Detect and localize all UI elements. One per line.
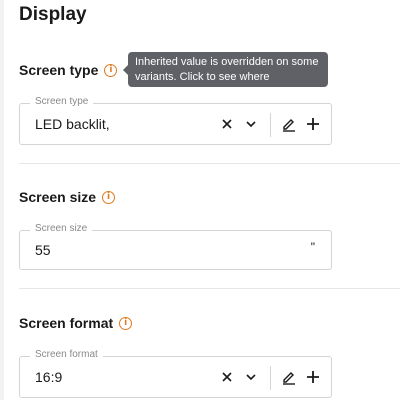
screen-size-label-row: Screen size i — [19, 189, 116, 205]
screen-size-unit: " — [310, 240, 315, 254]
clear-icon[interactable] — [216, 365, 238, 389]
info-icon[interactable]: i — [119, 316, 133, 330]
input-divider — [270, 366, 271, 390]
plus-icon[interactable] — [302, 112, 324, 136]
plus-icon[interactable] — [302, 365, 324, 389]
screen-format-label: Screen format — [19, 315, 114, 331]
screen-size-label: Screen size — [19, 189, 97, 205]
chevron-down-icon[interactable] — [240, 365, 262, 389]
screen-format-value: 16:9 — [35, 369, 63, 385]
screen-size-input[interactable]: Screen size 55 " — [19, 223, 332, 270]
pencil-icon[interactable] — [278, 112, 300, 136]
input-divider — [270, 113, 271, 137]
screen-format-legend: Screen format — [30, 349, 103, 360]
screen-format-label-row: Screen format i — [19, 315, 133, 331]
info-icon[interactable]: i — [104, 63, 118, 77]
screen-type-select[interactable]: Screen type LED backlit, — [19, 96, 332, 145]
tooltip-arrow — [123, 65, 128, 75]
screen-size-legend: Screen size — [30, 223, 93, 234]
clear-icon[interactable] — [216, 112, 238, 136]
pencil-icon[interactable] — [278, 365, 300, 389]
left-panel-edge — [0, 0, 4, 400]
section-divider — [19, 288, 400, 289]
override-tooltip[interactable]: Inherited value is overridden on some va… — [123, 52, 328, 87]
info-icon[interactable]: i — [102, 190, 116, 204]
chevron-down-icon[interactable] — [240, 112, 262, 136]
section-divider — [19, 163, 400, 164]
tooltip-text: Inherited value is overridden on some va… — [135, 56, 319, 83]
screen-size-value: 55 — [35, 242, 51, 258]
screen-type-legend: Screen type — [30, 96, 94, 107]
screen-format-select[interactable]: Screen format 16:9 — [19, 349, 332, 398]
screen-type-value: LED backlit, — [35, 116, 110, 132]
section-title: Display — [19, 4, 87, 25]
screen-type-label: Screen type — [19, 62, 99, 78]
screen-type-label-row: Screen type i — [19, 62, 118, 78]
